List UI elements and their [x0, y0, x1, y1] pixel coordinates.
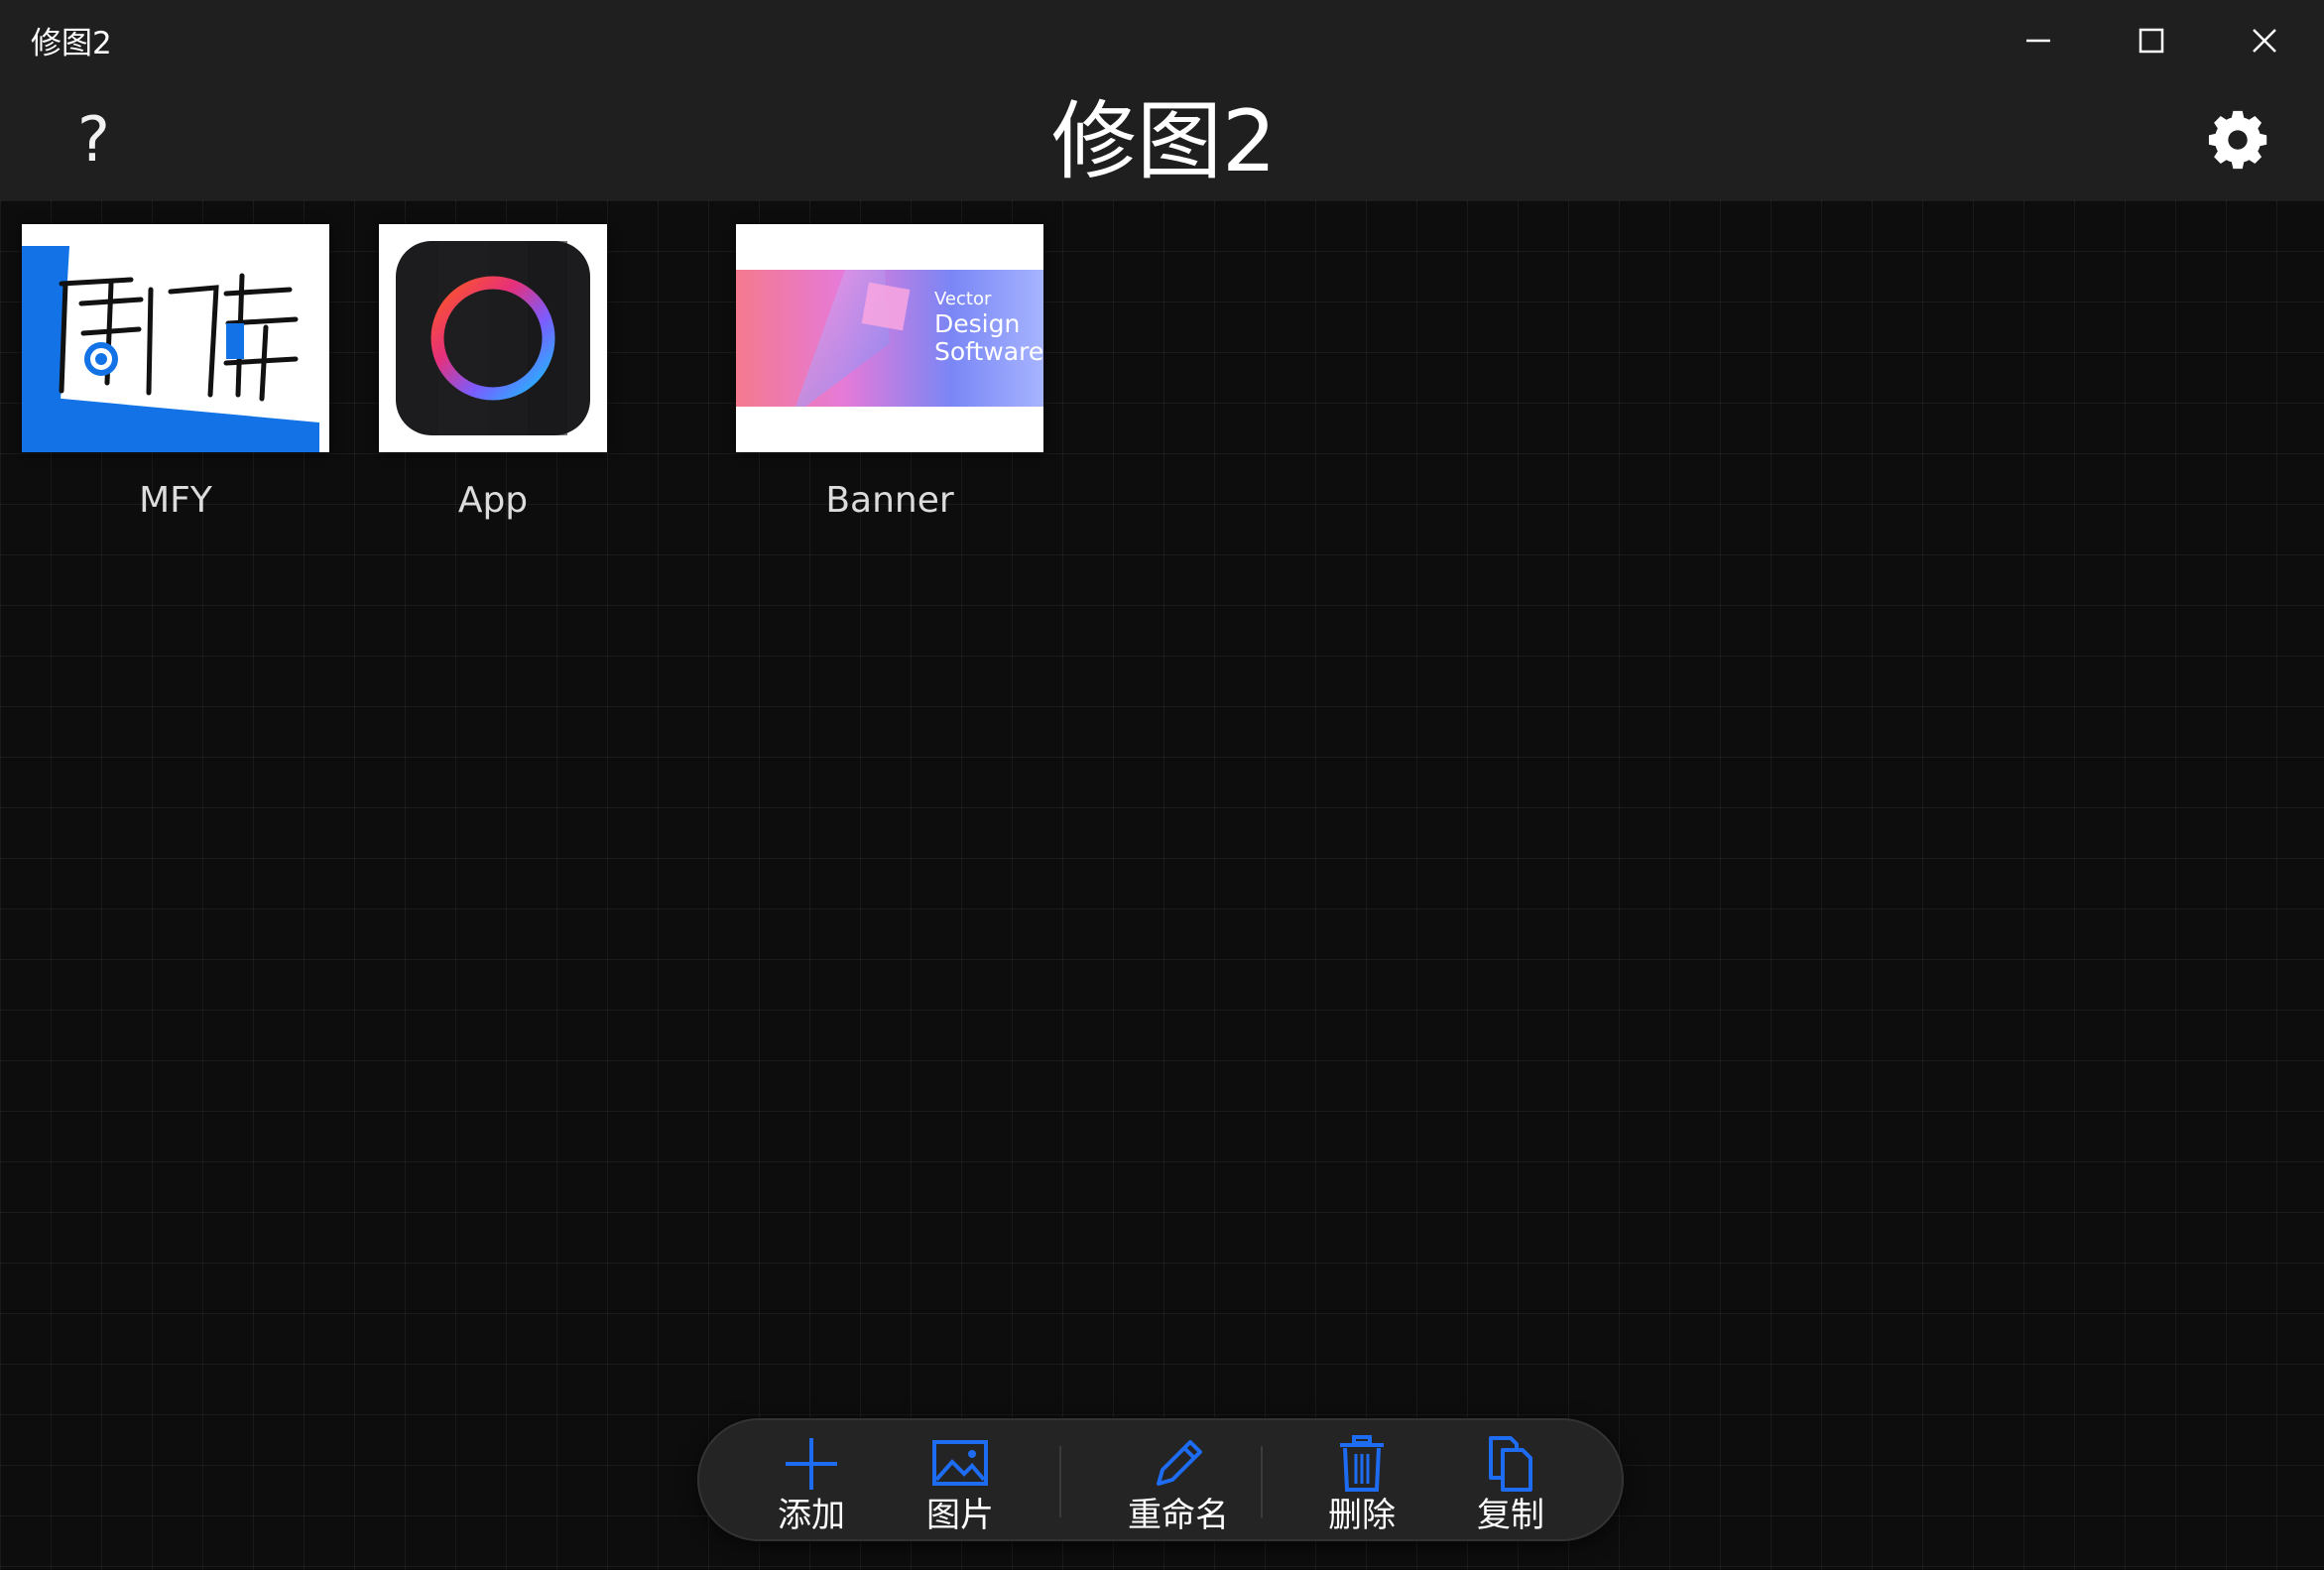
banner-text-design: Design: [934, 308, 1021, 338]
delete-button[interactable]: 删除: [1302, 1418, 1421, 1541]
mfy-logo-image: [22, 224, 329, 452]
gear-icon[interactable]: [2208, 110, 2269, 172]
image-icon: [932, 1440, 988, 1486]
project-thumbnail: [22, 224, 329, 452]
project-item-banner[interactable]: Vector Design Software Banner: [736, 224, 1043, 521]
project-name: App: [457, 480, 529, 521]
minimize-icon: [2026, 39, 2050, 43]
delete-label: 删除: [1328, 1496, 1396, 1535]
copy-button[interactable]: 复制: [1451, 1418, 1570, 1541]
add-label: 添加: [778, 1496, 845, 1535]
minimize-button[interactable]: [1984, 0, 2093, 81]
rename-button[interactable]: 重命名: [1089, 1418, 1268, 1541]
rename-label: 重命名: [1128, 1496, 1229, 1535]
window-titlebar: 修图2: [0, 0, 2324, 81]
project-name: Banner: [825, 480, 954, 521]
copy-label: 复制: [1477, 1496, 1544, 1535]
trash-icon: [1340, 1435, 1384, 1492]
app-icon-image: [379, 224, 607, 452]
project-item-app[interactable]: App: [379, 224, 607, 521]
project-item-mfy[interactable]: MFY: [22, 224, 329, 521]
maximize-icon: [2139, 28, 2164, 54]
page-title: 修图2: [1051, 92, 1277, 191]
bottom-toolbar: 添加 图片 重命名 删除 复制: [697, 1418, 1624, 1541]
image-button[interactable]: 图片: [901, 1418, 1020, 1541]
close-button[interactable]: [2210, 0, 2319, 81]
project-thumbnail: Vector Design Software: [736, 224, 1043, 452]
close-icon: [2253, 29, 2276, 53]
app-header: ? 修图2: [0, 81, 2324, 200]
window-title: 修图2: [31, 26, 112, 61]
banner-text-vector: Vector: [934, 289, 992, 309]
project-grid: MFY App Vector Design Software Banner: [0, 200, 2324, 1570]
toolbar-divider: [1059, 1446, 1061, 1517]
banner-text-software: Software: [934, 337, 1043, 367]
maximize-button[interactable]: [2097, 0, 2206, 81]
help-button[interactable]: ?: [77, 109, 110, 171]
project-name: MFY: [139, 480, 212, 521]
project-thumbnail: [379, 224, 607, 452]
copy-icon: [1489, 1436, 1532, 1492]
plus-icon: [786, 1438, 837, 1490]
toolbar-divider: [1261, 1446, 1263, 1517]
pencil-icon: [1157, 1440, 1202, 1486]
image-label: 图片: [926, 1496, 994, 1535]
add-button[interactable]: 添加: [752, 1418, 871, 1541]
